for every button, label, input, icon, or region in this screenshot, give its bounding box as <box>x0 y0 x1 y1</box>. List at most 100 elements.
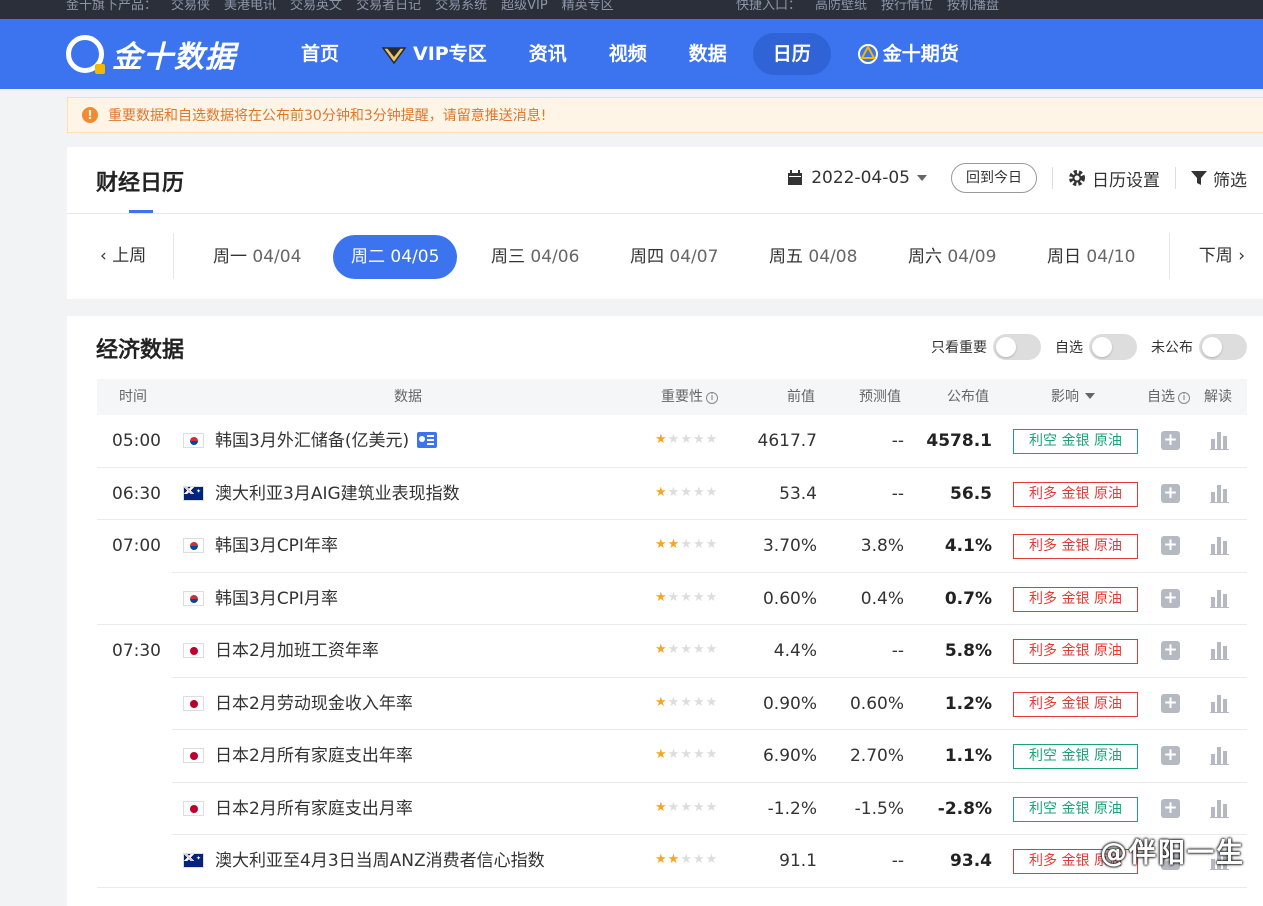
selected-date: 2022-04-05 <box>811 168 910 188</box>
table-row[interactable]: 06:30澳大利亚3月AIG建筑业表现指数★★★★★53.4--56.5利多 金… <box>97 468 1247 520</box>
forecast-value: -1.5% <box>854 798 904 819</box>
bar-chart-icon[interactable] <box>1210 640 1229 660</box>
actual-value: 1.2% <box>944 693 992 714</box>
toggle-switch[interactable] <box>1089 334 1137 360</box>
indicator-name[interactable]: 日本2月劳动现金收入年率 <box>215 678 413 730</box>
news-icon[interactable] <box>417 431 438 449</box>
table-row[interactable]: 日本2月所有家庭支出月率 ★★★★★ -1.2% -1.5% -2.8% 利空 金银 原油… <box>97 783 1247 835</box>
toggle-unpublished[interactable]: 未公布 <box>1151 334 1247 360</box>
filter-button[interactable]: 筛选 <box>1191 166 1247 191</box>
indicator-name[interactable]: 日本2月所有家庭支出月率 <box>215 783 413 835</box>
col-forecast: 预测值 <box>859 389 901 405</box>
nav-calendar[interactable]: 日历 <box>752 33 831 75</box>
gear-icon <box>1069 170 1085 186</box>
add-watch-icon[interactable]: + <box>1161 536 1180 555</box>
nav-data[interactable]: 数据 <box>673 33 743 75</box>
indicator-name[interactable]: 日本2月所有家庭支出年率 <box>215 730 413 782</box>
vip-diamond-icon <box>381 47 407 64</box>
toggle-important-only[interactable]: 只看重要 <box>931 334 1041 360</box>
add-watch-icon[interactable]: + <box>1161 693 1180 713</box>
impact-badge: 利多 金银 原油 <box>1013 639 1138 664</box>
indicator-name[interactable]: 韩国3月CPI月率 <box>215 573 338 625</box>
quick-link[interactable]: 高防壁纸 <box>815 0 867 13</box>
bar-chart-icon[interactable] <box>1210 745 1229 765</box>
bar-chart-icon[interactable] <box>1210 588 1229 608</box>
date-picker[interactable]: 2022-04-05 <box>787 168 927 188</box>
table-row[interactable]: 07:00 韩国3月CPI年率 ★★★★★ 3.70% 3.8% 4.1% 利多 金银 原油… <box>97 520 1247 573</box>
indicator-name[interactable]: 日本2月加班工资年率 <box>215 625 379 677</box>
add-watch-icon[interactable]: + <box>1161 483 1180 503</box>
col-impact[interactable]: 影响 <box>1051 379 1095 415</box>
add-watch-icon[interactable]: + <box>1161 746 1180 765</box>
day-tab[interactable]: 周日 04/10 <box>1029 235 1153 279</box>
star-empty-icon: ★ <box>705 642 719 657</box>
nav-futures[interactable]: 金十期货 <box>841 33 975 75</box>
star-empty-icon: ★ <box>705 484 719 500</box>
product-link[interactable]: 交易英文 <box>290 0 342 13</box>
col-impact-label: 影响 <box>1051 389 1079 405</box>
quick-link[interactable]: 按行情位 <box>881 0 933 13</box>
bar-chart-icon[interactable] <box>1210 798 1229 818</box>
table-row[interactable]: 韩国3月CPI月率 ★★★★★ 0.60% 0.4% 0.7% 利多 金银 原油 + <box>97 573 1247 625</box>
add-watch-icon[interactable]: + <box>1161 798 1180 818</box>
prev-week-button[interactable]: ‹ 上周 <box>100 233 146 279</box>
nav-video[interactable]: 视频 <box>593 33 663 75</box>
product-link[interactable]: 交易系统 <box>435 0 487 13</box>
main-header: 金十数据 首页 VIP专区 资讯 视频 数据 日历 金十期货 <box>0 19 1263 89</box>
table-row[interactable]: 日本2月劳动现金收入年率 ★★★★★ 0.90% 0.60% 1.2% 利多 金银 原油 + <box>97 678 1247 730</box>
table-row[interactable]: 05:00 韩国3月外汇储备(亿美元) ★★★★★ 4617.7 -- 4578.1 利空 … <box>97 415 1247 468</box>
product-link[interactable]: 交易侠 <box>171 0 210 13</box>
product-link[interactable]: 交易者日记 <box>356 0 421 13</box>
flag-jp-icon <box>183 695 204 711</box>
calendar-settings-button[interactable]: 日历设置 <box>1068 166 1160 191</box>
indicator-name[interactable]: 澳大利亚至4月3日当周ANZ消费者信心指数 <box>215 835 545 887</box>
star-empty-icon: ★ <box>667 747 681 762</box>
product-link[interactable]: 超级VIP <box>501 0 548 13</box>
star-filled-icon: ★ <box>655 537 668 552</box>
bar-chart-icon[interactable] <box>1210 693 1229 713</box>
info-icon[interactable]: i <box>1178 392 1190 404</box>
table-row[interactable]: 澳大利亚至4月3日当周ANZ消费者信心指数★★★★★91.1--93.4利多 金… <box>97 835 1247 888</box>
day-tab[interactable]: 周六 04/09 <box>890 235 1014 279</box>
toggle-watchlist[interactable]: 自选 <box>1055 334 1137 360</box>
row-time: 06:30 <box>112 483 161 504</box>
day-tab[interactable]: 周一 04/04 <box>195 235 319 279</box>
toggle-switch[interactable] <box>1199 334 1247 360</box>
product-link[interactable]: 精英专区 <box>562 0 614 13</box>
star-filled-icon: ★ <box>667 537 681 552</box>
nav-vip[interactable]: VIP专区 <box>365 33 503 75</box>
bar-chart-icon[interactable] <box>1210 483 1229 503</box>
info-icon[interactable]: i <box>706 392 718 404</box>
add-watch-icon[interactable]: + <box>1161 431 1180 450</box>
indicator-name[interactable]: 韩国3月外汇储备(亿美元) <box>215 415 438 467</box>
table-row[interactable]: 日本2月所有家庭支出年率 ★★★★★ 6.90% 2.70% 1.1% 利空 金银 原油 + <box>97 730 1247 783</box>
product-link: 金十旗下产品： <box>66 0 158 13</box>
indicator-name[interactable]: 澳大利亚3月AIG建筑业表现指数 <box>215 468 460 520</box>
star-empty-icon: ★ <box>667 694 681 710</box>
toggle-switch[interactable] <box>993 334 1041 360</box>
add-watch-icon[interactable]: + <box>1161 641 1180 660</box>
indicator-name[interactable]: 韩国3月CPI年率 <box>215 520 338 572</box>
back-to-today-button[interactable]: 回到今日 <box>951 163 1037 193</box>
col-importance: 重要性 i <box>661 379 718 415</box>
bar-chart-icon[interactable] <box>1210 535 1229 555</box>
product-link[interactable]: 美港电讯 <box>224 0 276 13</box>
prev-week-label: 上周 <box>112 246 147 266</box>
star-empty-icon: ★ <box>692 694 706 710</box>
bar-chart-icon[interactable] <box>1210 430 1229 450</box>
day-tab[interactable]: 周四 04/07 <box>612 235 736 279</box>
day-tab-weekday: 周日 <box>1047 247 1081 267</box>
nav-news[interactable]: 资讯 <box>513 33 583 75</box>
nav-home[interactable]: 首页 <box>285 33 355 75</box>
forecast-value: 0.60% <box>849 693 904 714</box>
next-week-button[interactable]: 下周 › <box>1199 233 1245 279</box>
star-empty-icon: ★ <box>680 589 693 605</box>
filter-icon <box>1191 171 1207 185</box>
table-row[interactable]: 07:30 日本2月加班工资年率 ★★★★★ 4.4% -- 5.8% 利多 金银 原油 + <box>97 625 1247 678</box>
site-logo[interactable]: 金十数据 <box>66 34 236 75</box>
day-tab[interactable]: 周五 04/08 <box>751 235 875 279</box>
quick-link[interactable]: 按机播盘 <box>947 0 999 13</box>
day-tab[interactable]: 周二 04/05 <box>333 235 458 279</box>
add-watch-icon[interactable]: + <box>1161 588 1180 608</box>
day-tab[interactable]: 周三 04/06 <box>473 235 597 279</box>
